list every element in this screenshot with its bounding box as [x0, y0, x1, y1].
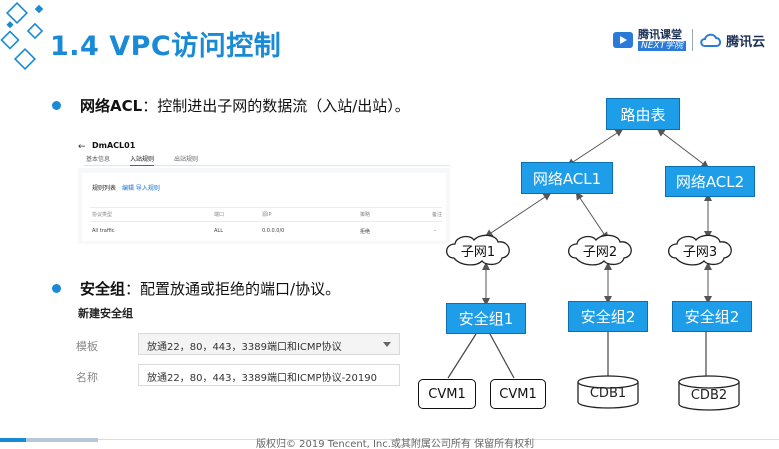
- cdb2-label: CDB2: [690, 388, 728, 403]
- acl1-node: 网络ACL1: [521, 162, 613, 194]
- cvm-instance: CVM1: [490, 379, 546, 409]
- security-group2-node: 安全组2: [568, 301, 648, 332]
- subnet3-label: 子网3: [682, 245, 718, 260]
- footer-progress-bar: [26, 438, 98, 442]
- footer-copyright: 版权归© 2019 Tencent, Inc.或其附属公司所有 保留所有权利: [256, 439, 535, 449]
- security-group1-node: 安全组1: [446, 303, 526, 334]
- security-group3-node: 安全组2: [672, 301, 752, 332]
- acl2-node: 网络ACL2: [665, 166, 755, 197]
- footer-accent-bar: [0, 438, 26, 442]
- subnet2-label: 子网2: [582, 245, 618, 260]
- route-table-node: 路由表: [606, 98, 680, 130]
- subnet1-label: 子网1: [460, 245, 496, 260]
- cdb1-label: CDB1: [589, 386, 627, 401]
- diagram-connectors: [445, 128, 740, 411]
- cvm-instance: CVM1: [418, 379, 476, 409]
